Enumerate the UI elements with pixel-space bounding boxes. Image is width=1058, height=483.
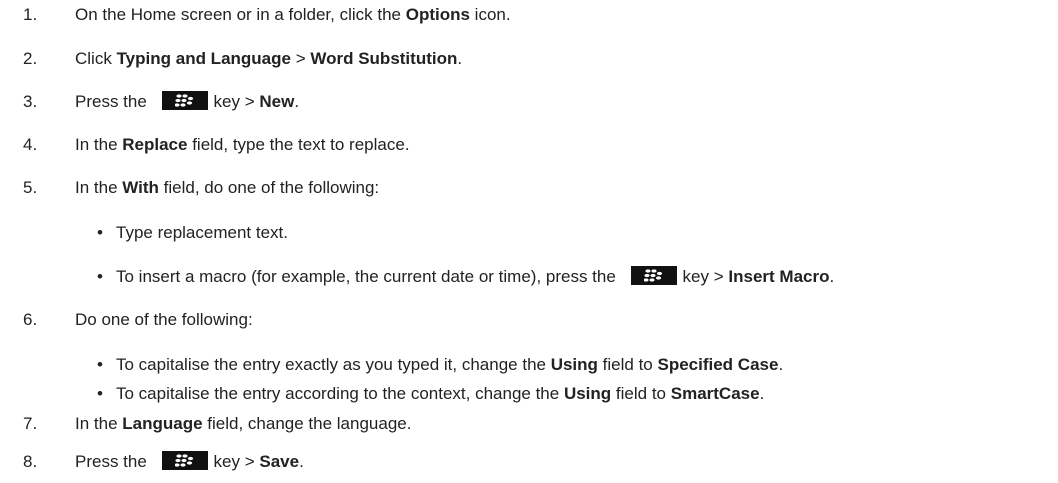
step-text: In the With field, do one of the followi…	[75, 178, 380, 197]
bullet-text: Type replacement text.	[116, 223, 288, 242]
bullet: •	[97, 223, 103, 242]
step-text: Click Typing and Language > Word Substit…	[75, 49, 463, 68]
save-label: Save	[259, 452, 300, 471]
smartcase-label: SmartCase	[670, 384, 760, 403]
step-number: 8.	[23, 452, 38, 471]
step-text: Do one of the following:	[75, 310, 253, 329]
blackberry-menu-key-icon	[161, 91, 208, 110]
bullet: •	[97, 355, 103, 374]
step-number: 7.	[23, 414, 38, 433]
typing-and-language-label: Typing and Language	[116, 49, 291, 68]
specified-case-label: Specified Case	[657, 355, 779, 374]
using-label: Using	[563, 384, 612, 403]
step-text: In the Replace field, type the text to r…	[75, 135, 410, 154]
bullet-text: To capitalise the entry according to the…	[116, 384, 765, 403]
step-number: 1.	[23, 5, 38, 24]
step-text: Press the key > New.	[75, 91, 300, 111]
blackberry-menu-key-icon	[161, 451, 208, 470]
bullet-text: To capitalise the entry exactly as you t…	[116, 355, 784, 374]
language-label: Language	[122, 414, 203, 433]
word-substitution-label: Word Substitution	[310, 49, 458, 68]
step-number: 6.	[23, 310, 38, 329]
step-number: 5.	[23, 178, 38, 197]
bullet: •	[97, 267, 103, 286]
step-number: 3.	[23, 92, 38, 111]
replace-label: Replace	[122, 135, 188, 154]
bullet: •	[97, 384, 103, 403]
insert-macro-label: Insert Macro	[728, 267, 830, 286]
step-text: In the Language field, change the langua…	[75, 414, 412, 433]
bullet-text: To insert a macro (for example, the curr…	[116, 266, 835, 286]
step-number: 2.	[23, 49, 38, 68]
using-label: Using	[550, 355, 598, 374]
new-label: New	[259, 92, 295, 111]
step-number: 4.	[23, 135, 38, 154]
with-label: With	[122, 178, 159, 197]
step-text: Press the key > Save.	[75, 451, 304, 471]
options-label: Options	[405, 5, 470, 24]
step-text: On the Home screen or in a folder, click…	[75, 5, 511, 24]
blackberry-menu-key-icon	[630, 266, 677, 285]
